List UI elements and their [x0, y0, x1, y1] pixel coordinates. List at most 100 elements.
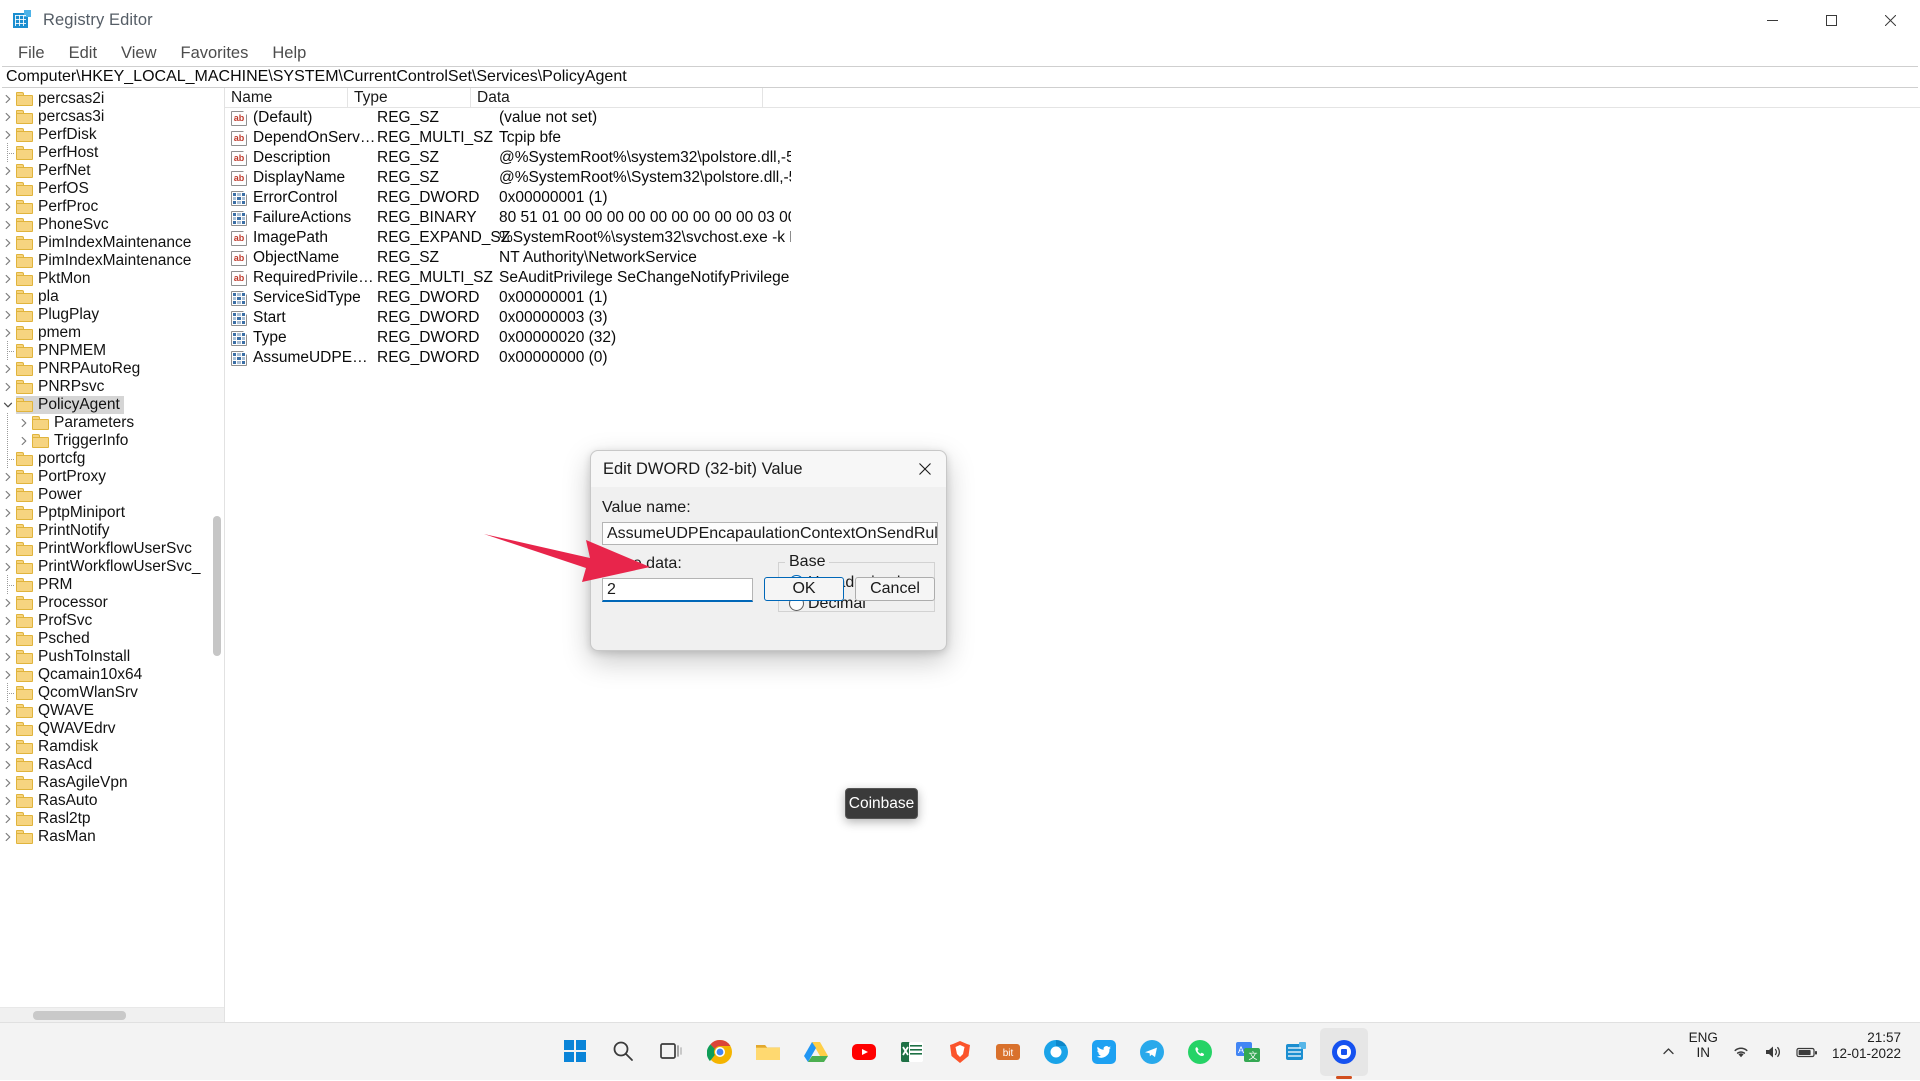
tree-item-content[interactable]: PortProxy — [16, 468, 110, 486]
tree-item-content[interactable]: PNRPAutoReg — [16, 360, 144, 378]
taskbar-task-view-button[interactable] — [648, 1028, 696, 1076]
cancel-button[interactable]: Cancel — [855, 577, 935, 601]
chevron-right-icon[interactable] — [0, 612, 16, 630]
tree-item-parameters[interactable]: Parameters — [0, 414, 205, 432]
tree-item-content[interactable]: PerfDisk — [16, 126, 101, 144]
tree-item-portcfg[interactable]: portcfg — [0, 450, 205, 468]
taskbar-app-bit[interactable]: bit — [984, 1028, 1032, 1076]
tree-item-content[interactable]: Parameters — [32, 414, 138, 432]
tree-item-rasagilevpn[interactable]: RasAgileVpn — [0, 774, 205, 792]
tree-item-content[interactable]: pmem — [16, 324, 85, 342]
chevron-right-icon[interactable] — [0, 594, 16, 612]
taskbar-app-whatsapp[interactable] — [1176, 1028, 1224, 1076]
tree-item-percsas2i[interactable]: percsas2i — [0, 90, 205, 108]
tree-item-power[interactable]: Power — [0, 486, 205, 504]
tree-item-content[interactable]: PerfOS — [16, 180, 93, 198]
chevron-right-icon[interactable] — [0, 648, 16, 666]
taskbar-app-chrome[interactable] — [696, 1028, 744, 1076]
tree-item-rasl2tp[interactable]: Rasl2tp — [0, 810, 205, 828]
taskbar-app-registry-editor[interactable] — [1272, 1028, 1320, 1076]
tray-battery-icon[interactable] — [1789, 1030, 1825, 1074]
value-row[interactable]: abRequiredPrivileg...REG_MULTI_SZSeAudit… — [225, 268, 1920, 288]
tree-item-content[interactable]: RasMan — [16, 828, 100, 846]
tree-item-processor[interactable]: Processor — [0, 594, 205, 612]
chevron-right-icon[interactable] — [0, 828, 16, 846]
tree-item-content[interactable]: portcfg — [16, 450, 89, 468]
chevron-right-icon[interactable] — [0, 738, 16, 756]
tree-item-triggerinfo[interactable]: TriggerInfo — [0, 432, 205, 450]
value-data-input[interactable]: 2 — [602, 578, 753, 602]
tree-item-content[interactable]: Processor — [16, 594, 112, 612]
tree-item-pimindexmaintenance[interactable]: PimIndexMaintenance — [0, 234, 205, 252]
tree-item-profsvc[interactable]: ProfSvc — [0, 612, 205, 630]
chevron-right-icon[interactable] — [0, 504, 16, 522]
tree-item-content[interactable]: QWAVE — [16, 702, 98, 720]
chevron-right-icon[interactable] — [0, 108, 16, 126]
tree-item-pptpminiport[interactable]: PptpMiniport — [0, 504, 205, 522]
tree-item-printnotify[interactable]: PrintNotify — [0, 522, 205, 540]
tree-item-content[interactable]: PktMon — [16, 270, 95, 288]
value-row[interactable]: abDescriptionREG_SZ@%SystemRoot%\system3… — [225, 148, 1920, 168]
tree-item-qcamain10x64[interactable]: Qcamain10x64 — [0, 666, 205, 684]
taskbar-app-coinbase[interactable] — [1320, 1028, 1368, 1076]
taskbar-search-button[interactable] — [600, 1028, 648, 1076]
tree-vertical-scrollbar[interactable] — [210, 88, 224, 992]
tree-item-pmem[interactable]: pmem — [0, 324, 205, 342]
chevron-right-icon[interactable] — [0, 756, 16, 774]
tree-item-content[interactable]: PimIndexMaintenance — [16, 252, 195, 270]
value-row[interactable]: ServiceSidTypeREG_DWORD0x00000001 (1) — [225, 288, 1920, 308]
tree-item-content[interactable]: Power — [16, 486, 86, 504]
tree-item-content[interactable]: PptpMiniport — [16, 504, 129, 522]
tree-item-qcomwlansrv[interactable]: QcomWlanSrv — [0, 684, 205, 702]
taskbar-app-chrome-beta[interactable] — [1032, 1028, 1080, 1076]
minimize-button[interactable] — [1743, 0, 1802, 40]
taskbar-app-twitter[interactable] — [1080, 1028, 1128, 1076]
tree-item-content[interactable]: QWAVEdrv — [16, 720, 120, 738]
taskbar-app-file-explorer[interactable] — [744, 1028, 792, 1076]
chevron-right-icon[interactable] — [0, 540, 16, 558]
menu-item-edit[interactable]: Edit — [57, 41, 109, 66]
menu-item-favorites[interactable]: Favorites — [169, 41, 261, 66]
taskbar-app-telegram[interactable] — [1128, 1028, 1176, 1076]
menu-item-help[interactable]: Help — [260, 41, 318, 66]
value-row[interactable]: abImagePathREG_EXPAND_SZ%SystemRoot%\sys… — [225, 228, 1920, 248]
chevron-right-icon[interactable] — [0, 126, 16, 144]
tree-item-content[interactable]: Psched — [16, 630, 94, 648]
value-row[interactable]: StartREG_DWORD0x00000003 (3) — [225, 308, 1920, 328]
tree-vertical-scroll-thumb[interactable] — [213, 516, 221, 656]
tree-item-perfos[interactable]: PerfOS — [0, 180, 205, 198]
tree-item-pnpmem[interactable]: PNPMEM — [0, 342, 205, 360]
tray-expand-chevron-up-icon[interactable] — [1655, 1030, 1682, 1074]
tree-item-content[interactable]: RasAgileVpn — [16, 774, 132, 792]
value-row[interactable]: abDisplayNameREG_SZ@%SystemRoot%\System3… — [225, 168, 1920, 188]
chevron-right-icon[interactable] — [0, 522, 16, 540]
tree-item-pla[interactable]: pla — [0, 288, 205, 306]
tree-item-content[interactable]: RasAcd — [16, 756, 96, 774]
chevron-right-icon[interactable] — [0, 270, 16, 288]
dialog-close-button[interactable] — [904, 451, 946, 487]
tree-item-content[interactable]: pla — [16, 288, 63, 306]
tree-item-content[interactable]: PimIndexMaintenance — [16, 234, 195, 252]
tray-language-indicator[interactable]: ENG IN — [1682, 1030, 1725, 1074]
chevron-right-icon[interactable] — [0, 486, 16, 504]
tree-item-psched[interactable]: Psched — [0, 630, 205, 648]
tree-item-rasacd[interactable]: RasAcd — [0, 756, 205, 774]
tree-horizontal-scrollbar[interactable] — [0, 1007, 224, 1022]
taskbar-app-google-drive[interactable] — [792, 1028, 840, 1076]
taskbar-app-excel[interactable] — [888, 1028, 936, 1076]
column-header-name[interactable]: Name — [225, 88, 348, 107]
menu-item-file[interactable]: File — [6, 41, 57, 66]
taskbar-app-youtube[interactable] — [840, 1028, 888, 1076]
taskbar-app-brave[interactable] — [936, 1028, 984, 1076]
tree-item-content[interactable]: ProfSvc — [16, 612, 96, 630]
column-header-data[interactable]: Data — [471, 88, 763, 107]
chevron-right-icon[interactable] — [0, 252, 16, 270]
tree-item-pktmon[interactable]: PktMon — [0, 270, 205, 288]
tree-horizontal-scroll-thumb[interactable] — [33, 1011, 126, 1020]
tree-item-pnrpsvc[interactable]: PNRPsvc — [0, 378, 205, 396]
chevron-right-icon[interactable] — [16, 432, 32, 450]
chevron-right-icon[interactable] — [0, 810, 16, 828]
tree-item-pushtoinstall[interactable]: PushToInstall — [0, 648, 205, 666]
chevron-right-icon[interactable] — [0, 306, 16, 324]
tree-item-rasman[interactable]: RasMan — [0, 828, 205, 846]
